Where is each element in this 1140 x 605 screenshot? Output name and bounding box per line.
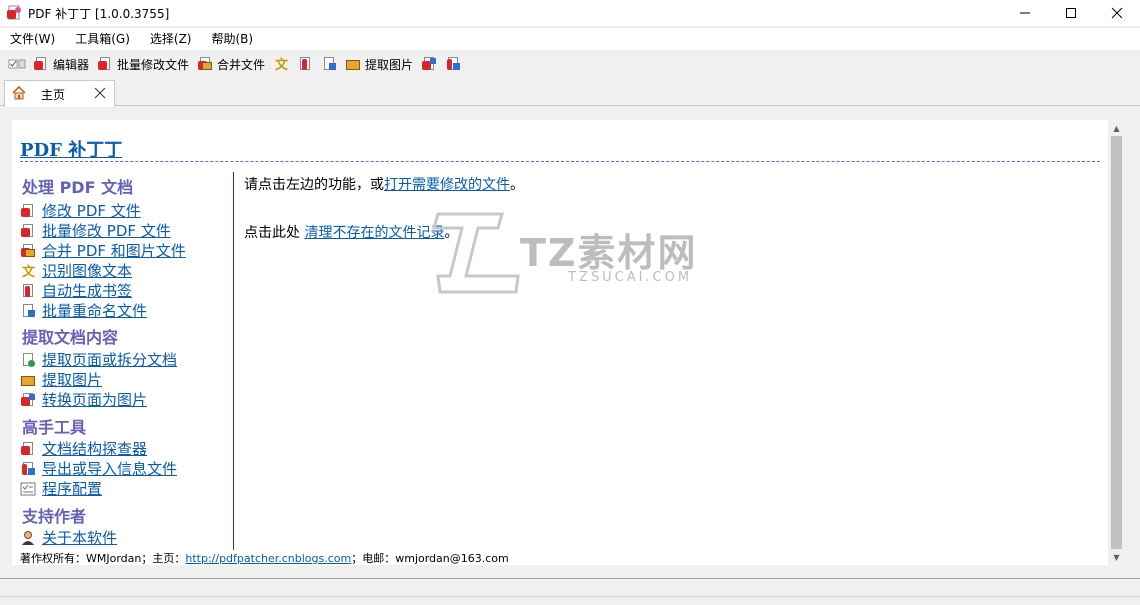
page-title[interactable]: PDF 补丁丁 [20,136,122,162]
minimize-button[interactable] [1002,0,1048,26]
vertical-scrollbar[interactable]: ▲ ▼ [1108,120,1125,565]
pdf-edit-icon [33,56,49,72]
menu-toolbox[interactable]: 工具箱(G) [65,28,140,50]
clean-records-link[interactable]: 清理不存在的文件记录 [304,225,444,241]
toolbar-batch-modify-button[interactable]: 批量修改文件 [94,53,192,75]
structure-explorer-icon [20,441,36,457]
tab-home-label: 主页 [41,87,66,102]
copyright-footer: 著作权所有：WMJordan；主页：http://pdfpatcher.cnbl… [20,552,509,565]
section-process-pdf: 处理 PDF 文档 [22,178,134,197]
svg-text:文: 文 [22,264,36,279]
pdf-batch-icon [97,56,113,72]
instruction-line: 请点击左边的功能，或打开需要修改的文件。 [244,177,524,193]
menu-file[interactable]: 文件(W) [0,28,65,50]
link-structure-explorer[interactable]: 文档结构探查器 [20,438,147,459]
link-convert-pages[interactable]: 转换页面为图片 [20,389,147,410]
section-support-author: 支持作者 [22,507,87,526]
link-ocr[interactable]: 文 识别图像文本 [20,260,132,281]
pdf-batch-icon [20,223,36,239]
maximize-button[interactable] [1048,0,1094,26]
scroll-down-icon[interactable]: ▼ [1108,549,1125,565]
home-icon [11,85,27,104]
bookmark-icon [20,283,36,299]
section-advanced-tools: 高手工具 [22,418,87,437]
link-merge-pdf-images[interactable]: 合并 PDF 和图片文件 [20,240,186,261]
author-icon [20,530,36,546]
section-extract-content: 提取文档内容 [22,328,119,347]
extract-images-icon [345,56,361,72]
toolbar-export-button[interactable] [442,53,464,75]
link-export-import-info[interactable]: 导出或导入信息文件 [20,458,177,479]
toolbar: 编辑器 批量修改文件 合并文件 文 提取图片 [0,52,1140,76]
status-divider [0,578,1140,579]
link-extract-pages[interactable]: 提取页面或拆分文档 [20,349,177,370]
toolbar-grip-icon[interactable] [8,57,26,71]
close-icon [1111,7,1123,19]
title-bar: PDF 补丁丁 [1.0.0.3755] [0,0,1140,26]
scroll-thumb[interactable] [1111,136,1122,549]
export-info-icon [20,461,36,477]
menu-select[interactable]: 选择(Z) [140,28,202,50]
link-program-config[interactable]: 程序配置 [20,478,102,499]
toolbar-ocr-button[interactable]: 文 [270,53,292,75]
toolbar-bookmark-button[interactable] [294,53,316,75]
convert-pages-icon [20,392,36,408]
menu-help[interactable]: 帮助(B) [202,28,264,50]
export-info-icon [445,56,461,72]
app-icon [6,5,22,21]
svg-text:文: 文 [275,57,289,72]
toolbar-merge-button[interactable]: 合并文件 [194,53,268,75]
rename-icon [20,303,36,319]
clean-records-line: 点击此处 清理不存在的文件记录。 [244,225,459,241]
feature-sidebar: 处理 PDF 文档 修改 PDF 文件 批量修改 PDF 文件 合并 PDF 和… [20,172,234,550]
ocr-icon: 文 [20,263,36,280]
merge-icon [197,56,213,72]
link-extract-images[interactable]: 提取图片 [20,369,102,390]
tab-home[interactable]: 主页 [4,80,115,107]
extract-pages-icon [20,352,36,368]
maximize-icon [1066,8,1076,18]
tab-close-icon[interactable] [94,87,106,102]
window-bottom-edge [0,596,1140,597]
bookmark-icon [297,56,313,72]
merge-icon [20,243,36,259]
home-page-panel: PDF 补丁丁 处理 PDF 文档 修改 PDF 文件 批量修改 PDF 文件 … [12,120,1108,565]
scroll-up-icon[interactable]: ▲ [1108,120,1125,136]
link-batch-modify-pdf[interactable]: 批量修改 PDF 文件 [20,220,171,241]
convert-pages-icon [421,56,437,72]
link-batch-rename[interactable]: 批量重命名文件 [20,300,147,321]
extract-images-icon [20,372,36,388]
rename-icon [321,56,337,72]
tab-strip: 主页 [0,78,1140,107]
pdf-edit-icon [20,203,36,219]
link-auto-bookmark[interactable]: 自动生成书签 [20,280,132,301]
window-title: PDF 补丁丁 [1.0.0.3755] [28,6,170,21]
link-about[interactable]: 关于本软件 [20,527,117,548]
ocr-icon: 文 [273,56,289,73]
title-divider [20,161,1100,162]
toolbar-editor-button[interactable]: 编辑器 [30,53,92,75]
menu-bar: 文件(W) 工具箱(G) 选择(Z) 帮助(B) [0,28,1140,50]
toolbar-rename-button[interactable] [318,53,340,75]
close-button[interactable] [1094,0,1140,26]
open-file-link[interactable]: 打开需要修改的文件 [384,177,510,193]
toolbar-convert-button[interactable] [418,53,440,75]
minimize-icon [1020,12,1030,14]
toolbar-extract-images-button[interactable]: 提取图片 [342,53,416,75]
config-icon [20,481,36,497]
homepage-link[interactable]: http://pdfpatcher.cnblogs.com [185,552,351,565]
link-modify-pdf[interactable]: 修改 PDF 文件 [20,200,141,221]
